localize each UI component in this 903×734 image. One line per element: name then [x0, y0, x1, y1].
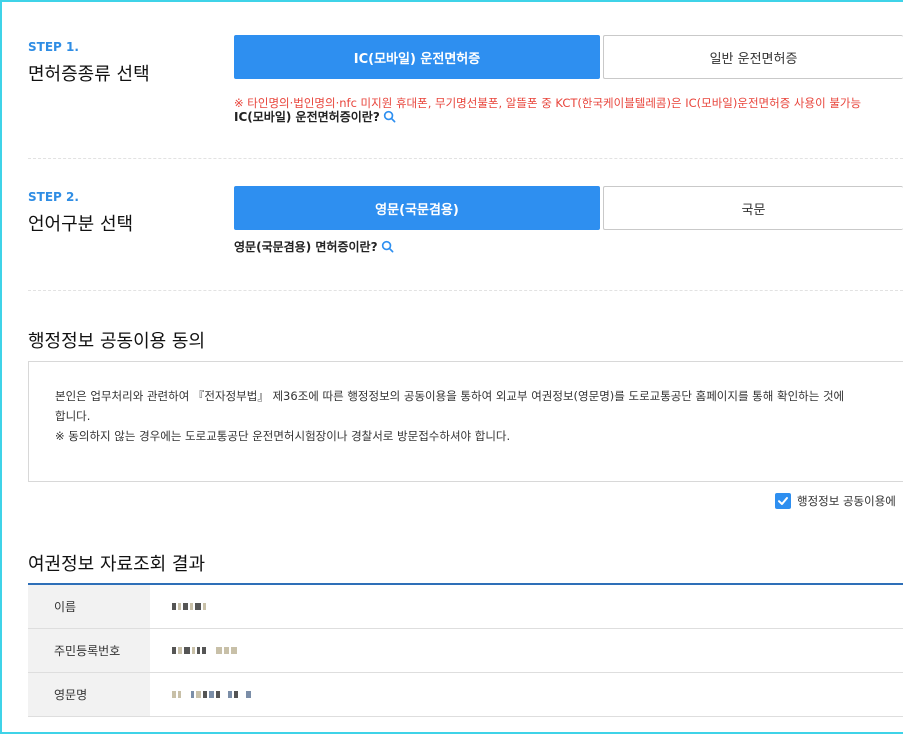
ic-license-button-label: IC(모바일) 운전면허증: [353, 51, 481, 67]
divider: [28, 158, 903, 159]
consent-text-box: 본인은 업무처리와 관련하여 『전자정부법』 제36조에 따른 행정정보의 공동…: [28, 361, 903, 482]
consent-text-line: 본인은 업무처리와 관련하여 『전자정부법』 제36조에 따른 행정정보의 공동…: [55, 389, 845, 403]
masked-value: [172, 603, 206, 611]
english-license-info-link[interactable]: 영문(국문겸용) 면허증이란?: [234, 238, 394, 255]
checkbox-checked-icon[interactable]: [775, 493, 791, 509]
regular-license-button-label: 일반 운전면허증: [709, 51, 798, 67]
masked-value: [172, 691, 251, 699]
korean-only-button[interactable]: 국문: [603, 186, 903, 230]
table-row: 이름: [28, 585, 903, 629]
search-icon: [381, 240, 394, 253]
english-korean-button[interactable]: 영문(국문겸용): [234, 186, 600, 230]
table-row: 영문명: [28, 673, 903, 717]
consent-section-title: 행정정보 공동이용 동의: [28, 331, 206, 352]
row-header: 이름: [28, 585, 150, 628]
masked-value-name: [150, 585, 903, 628]
consent-notice: ※ 동의하지 않는 경우에는 도로교통공단 운전면허시험장이나 경찰서로 방문접…: [55, 429, 511, 443]
consent-agree-label: 행정정보 공동이용에: [797, 494, 896, 508]
regular-license-button[interactable]: 일반 운전면허증: [603, 35, 903, 79]
table-row: 주민등록번호: [28, 629, 903, 673]
search-icon: [383, 110, 396, 123]
consent-agree-checkbox[interactable]: 행정정보 공동이용에: [775, 493, 896, 509]
row-header: 주민등록번호: [28, 629, 150, 672]
step2-title: 언어구분 선택: [28, 214, 134, 235]
step1-title: 면허증종류 선택: [28, 64, 150, 85]
step2-label: STEP 2.: [28, 190, 79, 204]
step1-label: STEP 1.: [28, 40, 79, 54]
masked-value-english-name: [150, 673, 903, 716]
masked-value: [172, 647, 237, 655]
english-korean-button-label: 영문(국문겸용): [375, 202, 459, 218]
masked-value-resident-number: [150, 629, 903, 672]
consent-text-line: 합니다.: [55, 409, 91, 423]
ic-license-info-text: IC(모바일) 운전면허증이란?: [234, 110, 380, 124]
row-header: 영문명: [28, 673, 150, 716]
korean-only-button-label: 국문: [741, 202, 766, 218]
passport-result-table: 이름 주민등록번호 영문명: [28, 583, 903, 717]
divider: [28, 290, 903, 291]
ic-license-info-link[interactable]: IC(모바일) 운전면허증이란?: [234, 108, 396, 125]
ic-license-button[interactable]: IC(모바일) 운전면허증: [234, 35, 600, 79]
english-license-info-text: 영문(국문겸용) 면허증이란?: [234, 240, 378, 254]
result-section-title: 여권정보 자료조회 결과: [28, 554, 206, 575]
